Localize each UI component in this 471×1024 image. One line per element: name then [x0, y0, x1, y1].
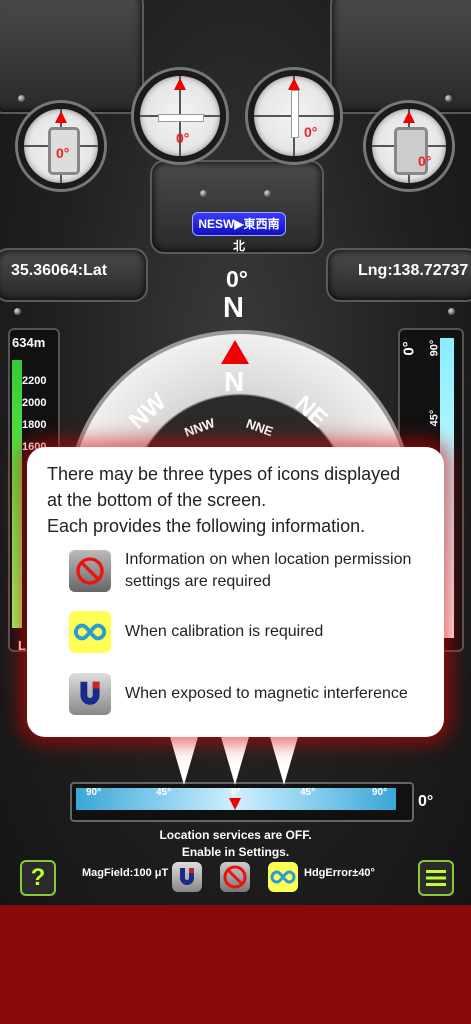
tooltip-calibration-text: When calibration is required — [125, 623, 324, 640]
pitch-label-45: 45° — [428, 409, 441, 427]
screw — [448, 308, 455, 315]
magfield-readout: MagField:100 μT — [82, 867, 169, 879]
pitch-label-90: 90° — [428, 339, 441, 357]
magnet-icon — [69, 673, 111, 715]
screw — [200, 190, 207, 197]
tilt-gauge-left: 0° — [18, 103, 104, 189]
screw — [445, 95, 452, 102]
tooltip-magnetic-text: When exposed to magnetic interference — [125, 685, 408, 702]
gauge-degree: 0° — [418, 153, 432, 169]
nesw-toggle-button[interactable]: NESW▶東西南北 — [192, 212, 286, 253]
altitude-tick: 2000 — [22, 397, 47, 409]
intro-line-3: Each provides the following information. — [47, 516, 366, 536]
status-line-1: Location services are OFF. — [159, 828, 312, 842]
modal-tail — [268, 730, 300, 785]
heading-degrees: 0° — [226, 266, 248, 292]
intro-line-2: at the bottom of the screen. — [47, 490, 267, 510]
level-bar — [158, 114, 204, 122]
pitch-gauge: 0° — [248, 70, 340, 162]
screw — [14, 308, 21, 315]
pointer-icon — [174, 78, 186, 90]
latitude-readout: 35.36064:Lat — [11, 262, 108, 279]
roll-gauge: 0° — [134, 70, 226, 162]
hbar-label: 0° — [231, 787, 241, 798]
pitch-top-label: 0° — [400, 341, 418, 356]
level-bar — [291, 90, 299, 138]
altitude-tick: 1800 — [22, 419, 47, 431]
dial-n: N — [224, 366, 245, 397]
longitude-readout: Lng:138.72737 — [358, 262, 469, 279]
location-prohibited-icon — [69, 550, 111, 592]
gauge-degree: 0° — [176, 130, 190, 146]
screw — [264, 190, 271, 197]
magnet-icon — [180, 868, 194, 885]
calibration-button[interactable] — [268, 862, 298, 892]
infinity-icon — [69, 611, 111, 653]
pointer-icon — [403, 111, 415, 123]
gauge-degree: 0° — [304, 124, 318, 140]
tooltip-row-calibration: When calibration is required — [69, 611, 323, 653]
hbar-label: 45° — [300, 787, 316, 798]
hbar-label: 90° — [372, 787, 388, 798]
tooltip-intro: There may be three types of icons displa… — [47, 461, 437, 539]
heading-bar-readout: 0° — [418, 793, 434, 810]
menu-icon — [426, 870, 446, 886]
gauge-degree: 0° — [56, 145, 70, 161]
altitude-bar — [12, 360, 22, 628]
intro-line-1: There may be three types of icons displa… — [47, 464, 401, 484]
pointer-icon — [55, 111, 67, 123]
tilt-gauge-right: 0° — [366, 103, 452, 189]
heading-error-readout: HdgError±40° — [304, 867, 375, 879]
help-label: ? — [30, 864, 46, 891]
altitude-tick: 2200 — [22, 375, 47, 387]
infinity-icon — [270, 870, 296, 884]
location-permission-button[interactable] — [220, 862, 250, 892]
modal-tail — [168, 730, 200, 785]
altitude-bottom-label: L — [18, 638, 26, 653]
heading-pointer-icon — [221, 340, 249, 364]
location-prohibited-icon — [223, 865, 247, 889]
pointer-icon — [288, 78, 300, 90]
tooltip-location-text: Information on when location permission … — [125, 551, 412, 590]
altitude-value: 634m — [12, 335, 46, 350]
hbar-pointer-icon — [229, 798, 241, 810]
modal-tail — [219, 730, 251, 785]
magnet-button[interactable] — [172, 862, 202, 892]
screw — [18, 95, 25, 102]
tooltip-row-magnetic: When exposed to magnetic interference — [69, 673, 408, 715]
hbar-label: 90° — [86, 787, 102, 798]
bottom-area — [0, 905, 471, 1024]
hbar-label: 45° — [156, 787, 172, 798]
heading-cardinal: N — [223, 292, 244, 324]
help-button[interactable]: ? — [20, 860, 56, 896]
menu-button[interactable] — [418, 860, 454, 896]
tooltip-row-location: Information on when location permission … — [69, 549, 435, 593]
status-line-2: Enable in Settings. — [181, 845, 290, 859]
info-tooltip[interactable]: There may be three types of icons displa… — [27, 447, 444, 737]
